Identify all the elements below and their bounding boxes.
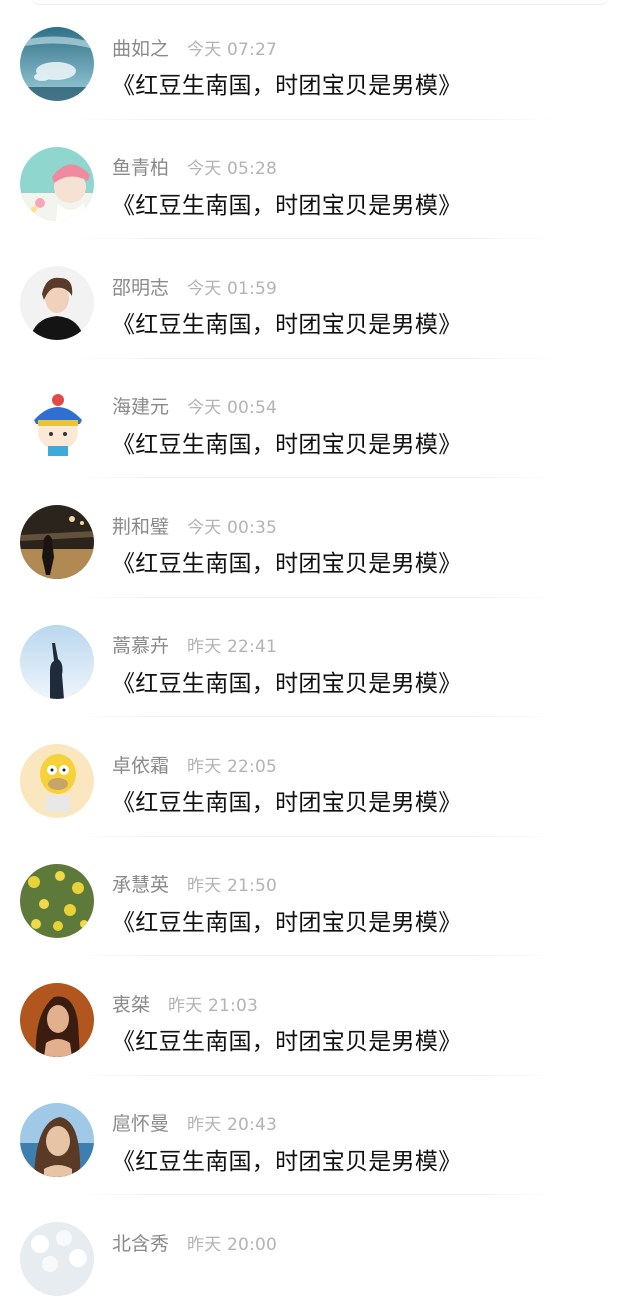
sender-name[interactable]: 鱼青柏 [112, 153, 169, 180]
message-item[interactable]: 承慧英 昨天 21:50 《红豆生南国，时团宝贝是男模》 [0, 837, 640, 956]
message-text: 《红豆生南国，时团宝贝是男模》 [112, 312, 462, 338]
message-meta: 曲如之 今天 07:27 [112, 34, 277, 60]
message-time: 昨天 20:00 [187, 1234, 278, 1255]
message-meta: 卓依霜 昨天 22:05 [112, 751, 277, 777]
avatar[interactable] [20, 624, 94, 699]
avatar[interactable] [20, 863, 94, 938]
message-time: 昨天 22:41 [187, 637, 278, 657]
message-meta: 鱼青柏 今天 05:28 [112, 154, 277, 180]
message-time: 今天 01:59 [187, 278, 278, 299]
message-meta: 北含秀 昨天 20:00 [112, 1229, 277, 1255]
avatar[interactable] [20, 1102, 94, 1177]
sender-name[interactable]: 扈怀曼 [112, 1109, 169, 1136]
avatar[interactable] [20, 505, 94, 579]
sender-name[interactable]: 海建元 [112, 392, 169, 419]
message-meta: 荆和璧 今天 00:35 [112, 512, 277, 538]
sender-name[interactable]: 承慧英 [112, 870, 169, 897]
sender-name[interactable]: 曲如之 [112, 34, 169, 61]
message-item[interactable]: 鱼青柏 今天 05:28 《红豆生南国，时团宝贝是男模》 [0, 120, 640, 239]
sender-name[interactable]: 蒿慕卉 [112, 631, 169, 658]
message-time: 今天 00:54 [187, 398, 278, 418]
message-text: 《红豆生南国，时团宝贝是男模》 [112, 1148, 462, 1175]
sender-name[interactable]: 邵明志 [112, 273, 169, 300]
avatar[interactable] [20, 1222, 94, 1296]
avatar[interactable] [20, 744, 94, 818]
avatar[interactable] [20, 27, 94, 101]
message-list: 曲如之 今天 07:27 《红豆生南国，时团宝贝是男模》 鱼青柏 今天 05:2… [0, 0, 640, 1315]
avatar[interactable] [20, 146, 94, 221]
message-item[interactable]: 卓依霜 昨天 22:05 《红豆生南国，时团宝贝是男模》 [0, 717, 640, 837]
message-text: 《红豆生南国，时团宝贝是男模》 [112, 909, 462, 936]
message-meta: 蒿慕卉 昨天 22:41 [112, 632, 277, 658]
message-item[interactable]: 邵明志 今天 01:59 《红豆生南国，时团宝贝是男模》 [0, 239, 640, 359]
message-item[interactable]: 北含秀 昨天 20:00 [0, 1195, 640, 1315]
message-item[interactable]: 曲如之 今天 07:27 《红豆生南国，时团宝贝是男模》 [0, 0, 640, 120]
message-meta: 海建元 今天 00:54 [112, 393, 277, 419]
message-item[interactable]: 蒿慕卉 昨天 22:41 《红豆生南国，时团宝贝是男模》 [0, 598, 640, 717]
message-time: 昨天 22:05 [187, 756, 278, 777]
avatar[interactable] [20, 385, 94, 460]
message-time: 今天 00:35 [187, 517, 278, 538]
message-text: 《红豆生南国，时团宝贝是男模》 [112, 790, 462, 816]
message-text: 《红豆生南国，时团宝贝是男模》 [112, 670, 462, 697]
message-item[interactable]: 荆和璧 今天 00:35 《红豆生南国，时团宝贝是男模》 [0, 478, 640, 598]
message-meta: 邵明志 今天 01:59 [112, 273, 277, 299]
avatar[interactable] [20, 983, 94, 1057]
message-meta: 扈怀曼 昨天 20:43 [112, 1110, 277, 1136]
message-meta: 衷桀 昨天 21:03 [112, 990, 258, 1016]
message-time: 今天 05:28 [187, 159, 278, 179]
message-time: 昨天 21:03 [168, 995, 259, 1016]
message-time: 昨天 21:50 [187, 876, 278, 896]
sender-name[interactable]: 北含秀 [112, 1229, 169, 1256]
message-item[interactable]: 扈怀曼 昨天 20:43 《红豆生南国，时团宝贝是男模》 [0, 1076, 640, 1195]
message-meta: 承慧英 昨天 21:50 [112, 871, 277, 897]
sender-name[interactable]: 卓依霜 [112, 751, 169, 778]
avatar[interactable] [20, 266, 94, 340]
message-text: 《红豆生南国，时团宝贝是男模》 [112, 431, 462, 458]
message-time: 今天 07:27 [187, 39, 278, 60]
sender-name[interactable]: 荆和璧 [112, 512, 169, 539]
message-text: 《红豆生南国，时团宝贝是男模》 [112, 73, 462, 99]
message-item[interactable]: 衷桀 昨天 21:03 《红豆生南国，时团宝贝是男模》 [0, 956, 640, 1076]
message-text: 《红豆生南国，时团宝贝是男模》 [112, 192, 462, 219]
message-item[interactable]: 海建元 今天 00:54 《红豆生南国，时团宝贝是男模》 [0, 359, 640, 478]
sender-name[interactable]: 衷桀 [112, 990, 150, 1017]
message-text: 《红豆生南国，时团宝贝是男模》 [112, 1029, 462, 1055]
message-text: 《红豆生南国，时团宝贝是男模》 [112, 551, 462, 577]
message-time: 昨天 20:43 [187, 1115, 278, 1135]
